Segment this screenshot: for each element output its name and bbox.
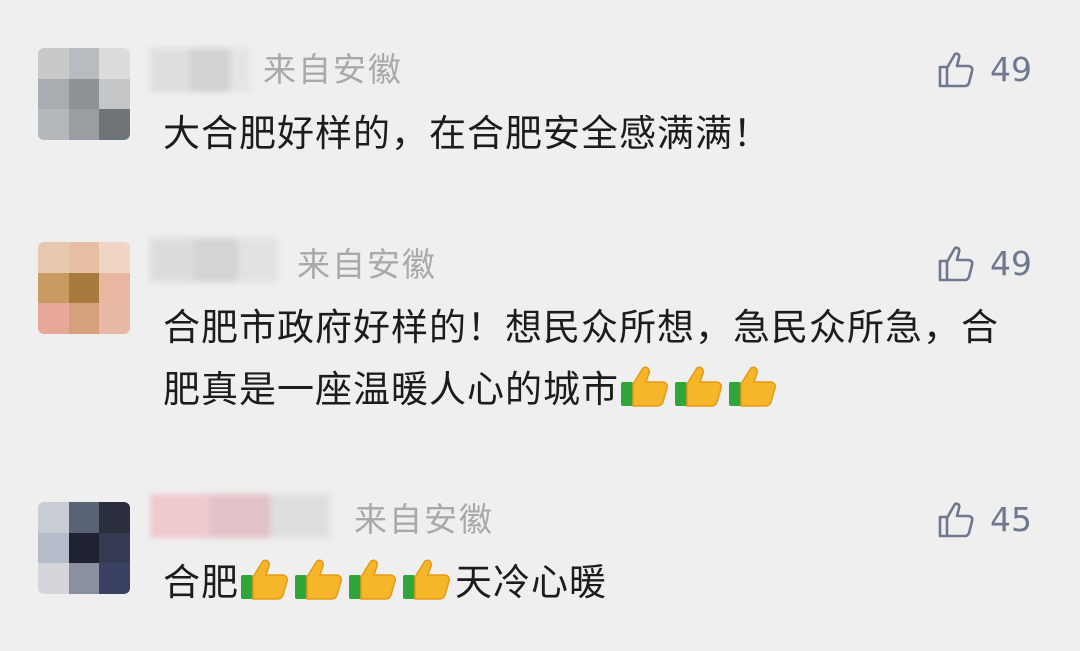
comment-text-before: 合肥	[163, 561, 239, 604]
thumbs-up-outline-icon	[938, 502, 974, 538]
username-blurred[interactable]	[150, 238, 278, 282]
thumbs-up-icon	[729, 366, 776, 407]
avatar[interactable]	[38, 502, 130, 594]
username-blurred[interactable]	[150, 48, 250, 92]
location-label: 来自安徽	[297, 245, 437, 284]
thumbs-up-icon	[675, 366, 722, 407]
username-blurred[interactable]	[150, 494, 330, 538]
thumbs-up-icon	[403, 559, 450, 600]
thumbs-up-icon	[349, 559, 396, 600]
like-button[interactable]: 49	[936, 242, 1032, 286]
like-button[interactable]: 49	[936, 48, 1032, 92]
comment-text: 大合肥好样的，在合肥安全感满满！	[163, 112, 771, 155]
avatar[interactable]	[38, 242, 130, 334]
thumbs-up-icon	[241, 559, 288, 600]
thumbs-up-outline-icon	[938, 246, 974, 282]
thumbs-up-icon	[295, 559, 342, 600]
like-count: 49	[990, 244, 1032, 283]
like-count: 45	[990, 500, 1032, 539]
thumbs-up-outline-icon	[938, 52, 974, 88]
comment-text: 合肥市政府好样的！想民众所想，急民众所急，合肥真是一座温暖人心的城市	[163, 297, 1023, 421]
avatar[interactable]	[38, 48, 130, 140]
like-button[interactable]: 45	[936, 498, 1032, 542]
thumbs-up-icon	[621, 366, 668, 407]
comment-text-content: 合肥市政府好样的！想民众所想，急民众所急，合肥真是一座温暖人心的城市	[163, 306, 999, 411]
comment-text-after: 天冷心暖	[455, 561, 607, 604]
location-label: 来自安徽	[263, 50, 403, 89]
like-count: 49	[990, 50, 1032, 89]
comment-text: 合肥 天冷心暖	[163, 552, 1023, 614]
location-label: 来自安徽	[354, 500, 494, 539]
